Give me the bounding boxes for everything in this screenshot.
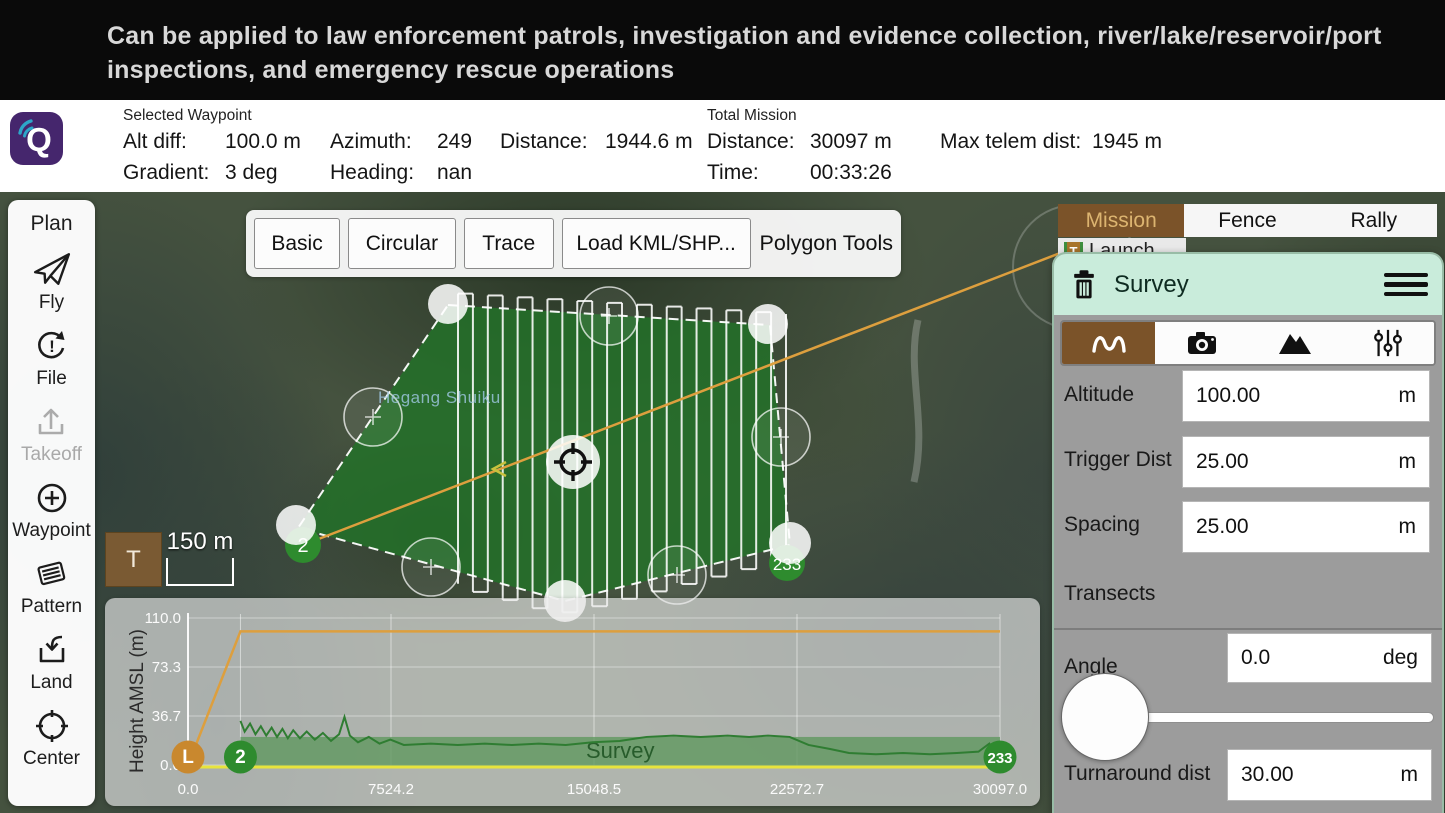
sync-alert-icon: ! [33,327,71,365]
section-divider [1054,628,1442,630]
svg-text:36.7: 36.7 [152,708,181,725]
max-telem-value: 1945 m [1092,130,1162,154]
spacing-label: Spacing [1064,513,1140,537]
svg-text:73.3: 73.3 [152,659,181,676]
trace-button[interactable]: Trace [464,218,554,269]
turnaround-dist-label: Turnaround dist [1064,762,1210,786]
terrain-toggle-button[interactable]: T [105,532,162,587]
trigger-dist-label: Trigger Dist [1064,448,1172,472]
angle-slider-handle[interactable] [1061,673,1149,761]
tab-mission[interactable]: Mission [1058,204,1184,237]
tab-terrain[interactable] [1248,322,1341,364]
max-telem-label: Max telem dist: [940,130,1081,154]
svg-text:233: 233 [987,750,1012,767]
mountain-icon [1276,327,1314,359]
azimuth-label: Azimuth: [330,130,412,154]
map-scale-label: 150 m [160,528,240,556]
transect-wave-icon [1090,327,1128,359]
spacing-input[interactable]: 25.00 m [1182,501,1430,553]
svg-text:30097.0: 30097.0 [973,781,1027,798]
camera-icon [1184,327,1220,359]
sidebar-item-center[interactable]: Center [23,707,80,770]
total-mission-title: Total Mission [707,107,797,125]
plan-toolstrip: Plan Fly ! File Takeoff [8,200,95,806]
tab-advanced[interactable] [1341,322,1434,364]
takeoff-upload-icon [32,403,70,441]
add-waypoint-icon [33,479,71,517]
tab-camera[interactable] [1155,322,1248,364]
altitude-label: Altitude [1064,383,1134,407]
land-icon [33,631,71,669]
survey-editor-panel: Survey [1052,252,1444,813]
svg-text:Q: Q [26,121,52,158]
promo-banner: Can be applied to law enforcement patrol… [0,0,1445,100]
polygon-tools-label: Polygon Tools [760,231,893,256]
svg-text:15048.5: 15048.5 [567,781,621,798]
circular-button[interactable]: Circular [348,218,456,269]
svg-text:0.0: 0.0 [178,781,199,798]
app-logo[interactable]: Q [10,112,63,170]
alt-diff-value: 100.0 m [225,130,301,154]
tab-fence[interactable]: Fence [1184,204,1310,237]
alt-diff-label: Alt diff: [123,130,187,154]
map-road [914,320,919,482]
hamburger-menu-icon[interactable] [1384,273,1428,297]
svg-text:2: 2 [235,747,246,768]
heading-label: Heading: [330,161,414,185]
map-scale-bracket [166,558,234,586]
pattern-stack-icon [31,555,71,593]
azimuth-value: 249 [437,130,472,154]
tab-transects[interactable] [1062,322,1155,364]
svg-text:!: ! [49,337,55,356]
sidebar-item-land[interactable]: Land [30,631,72,694]
mission-time-label: Time: [707,161,759,185]
polygon-tools-toolbar: Basic Circular Trace Load KML/SHP... Pol… [246,210,901,277]
sidebar-item-fly[interactable]: Fly [31,249,73,314]
mission-distance-value: 30097 m [810,130,892,154]
trigger-dist-input[interactable]: 25.00 m [1182,436,1430,488]
turnaround-dist-input[interactable]: 30.00 m [1227,749,1432,801]
sidebar-item-file[interactable]: ! File [33,327,71,390]
banner-text-line1: Can be applied to law enforcement patrol… [107,22,1397,51]
mission-time-value: 00:33:26 [810,161,892,185]
map-center-crosshair [546,435,600,489]
svg-text:7524.2: 7524.2 [368,781,414,798]
toolstrip-title: Plan [30,212,72,236]
svg-text:L: L [182,747,194,768]
gradient-value: 3 deg [225,161,278,185]
tab-rally[interactable]: Rally [1311,204,1437,237]
sidebar-item-waypoint[interactable]: Waypoint [12,479,91,542]
survey-option-tabs [1060,320,1436,366]
sliders-icon [1370,327,1406,359]
survey-panel-title: Survey [1114,271,1189,299]
heading-value: nan [437,161,472,185]
plan-tab-bar: Mission Fence Rally [1058,204,1437,237]
qgroundcontrol-plan-screen: Can be applied to law enforcement patrol… [0,0,1445,813]
center-crosshair-icon [33,707,71,745]
sidebar-item-takeoff[interactable]: Takeoff [21,403,82,466]
selected-waypoint-title: Selected Waypoint [123,107,252,125]
mission-status-header: Q Selected Waypoint Total Mission Alt di… [0,100,1445,193]
wp-distance-label: Distance: [500,130,588,154]
banner-text-line2: inspections, and emergency rescue operat… [107,56,1397,85]
trash-icon[interactable] [1067,266,1101,304]
wp-distance-value: 1944.6 m [605,130,693,154]
basic-button[interactable]: Basic [254,218,340,269]
transects-section-label: Transects [1064,582,1155,606]
altitude-profile-chart: Height AMSL (m) Survey0.036.773.3110.00.… [105,598,1040,806]
survey-panel-header: Survey [1054,254,1442,315]
svg-text:110.0: 110.0 [145,610,181,627]
sidebar-item-pattern[interactable]: Pattern [21,555,82,618]
mission-distance-label: Distance: [707,130,795,154]
paper-plane-icon [31,249,73,289]
altitude-input[interactable]: 100.00 m [1182,370,1430,422]
angle-input[interactable]: 0.0 deg [1227,633,1432,683]
gradient-label: Gradient: [123,161,209,185]
map-place-label: Hegang Shuiku [378,388,501,408]
svg-text:22572.7: 22572.7 [770,781,824,798]
load-kml-shp-button[interactable]: Load KML/SHP... [562,218,751,269]
